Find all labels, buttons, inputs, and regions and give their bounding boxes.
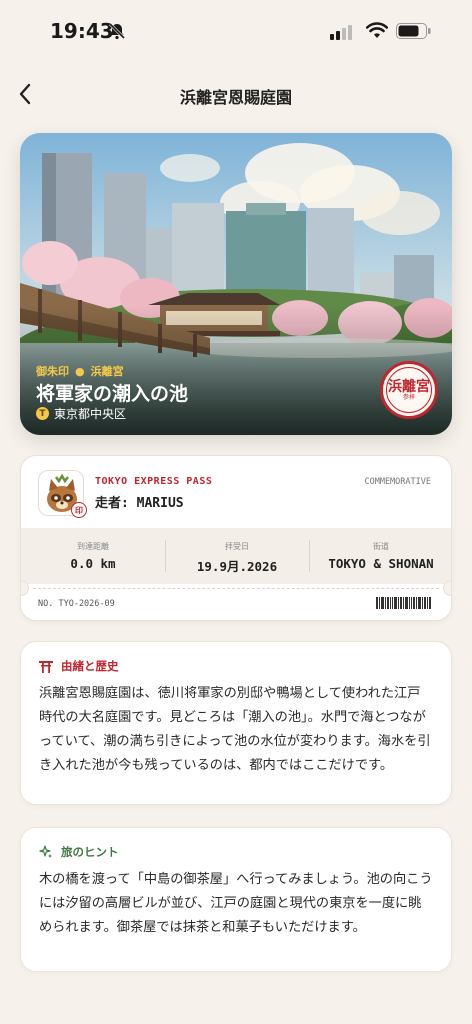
wifi-icon	[366, 22, 388, 38]
ticket-number: NO. TYO-2026-09	[38, 599, 115, 609]
hint-heading: 旅のヒント	[61, 845, 119, 859]
stat-date: 拝受日 19.9月.2026	[165, 528, 309, 584]
stat-distance: 到達距離 0.0 km	[21, 528, 165, 584]
history-heading: 由緒と歴史	[61, 659, 119, 673]
seal-badge: 印	[71, 502, 87, 518]
history-body: 浜離宮恩賜庭園は、徳川将軍家の別邸や鴨場として使われた江戸時代の大名庭園です。見…	[39, 686, 431, 773]
pass-ticket[interactable]: 印 TOKYO EXPRESS PASS COMMEMORATIVE 走者: M…	[20, 455, 452, 621]
pass-type: COMMEMORATIVE	[364, 477, 431, 487]
torii-icon	[39, 660, 53, 673]
status-bar: 19:43	[0, 0, 472, 62]
history-card: 由緒と歴史 浜離宮恩賜庭園は、徳川将軍家の別邸や鴨場として使われた江戸時代の大名…	[20, 641, 452, 805]
hero-tag-primary: 御朱印	[36, 365, 69, 378]
hero-card[interactable]: 御朱印 ● 浜離宮 将軍家の潮入の池 T 東京都中央区 浜離宮 参拝	[20, 133, 452, 435]
battery-icon	[396, 23, 431, 39]
pin-glyph: T	[39, 408, 46, 419]
hero-location-text: 東京都中央区	[54, 407, 127, 421]
ticket-notch-right	[443, 580, 451, 596]
goshuin-stamp[interactable]: 浜離宮 参拝	[380, 361, 438, 419]
page-title: 浜離宮恩賜庭園	[179, 88, 292, 107]
bell-slash-icon	[108, 22, 126, 40]
stat-label: 街道	[373, 542, 389, 551]
pass-name: TOKYO EXPRESS PASS	[95, 476, 213, 487]
sparkle-icon	[39, 845, 52, 858]
pass-stats: 到達距離 0.0 km 拝受日 19.9月.2026 街道 TOKYO & SH…	[21, 528, 451, 584]
hint-body: 木の橋を渡って「中島の御茶屋」へ行ってみましょう。池の向こうには汐留の高層ビルが…	[39, 872, 433, 935]
tag-separator-dot: ●	[75, 365, 85, 378]
stat-value: 19.9月.2026	[196, 559, 278, 574]
history-heading-row: 由緒と歴史	[39, 658, 119, 674]
hint-heading-row: 旅のヒント	[39, 844, 119, 860]
nav-bar: 浜離宮恩賜庭園	[0, 70, 472, 118]
hint-card: 旅のヒント 木の橋を渡って「中島の御茶屋」へ行ってみましょう。池の向こうには汐留…	[20, 827, 452, 972]
stat-value: TOKYO & SHONAN	[328, 556, 434, 571]
stat-label: 到達距離	[77, 542, 109, 551]
stat-label: 拝受日	[225, 542, 249, 551]
ticket-perforation	[33, 588, 439, 589]
location-pin-icon: T	[36, 407, 49, 420]
runner-name: 走者: MARIUS	[95, 496, 184, 511]
stat-value: 0.0 km	[70, 556, 116, 571]
signal-icon	[330, 25, 352, 40]
hero-tags: 御朱印 ● 浜離宮	[36, 363, 124, 379]
hero-title: 将軍家の潮入の池	[36, 383, 189, 405]
barcode	[376, 597, 431, 609]
status-time: 19:43	[50, 19, 114, 43]
stat-route: 街道 TOKYO & SHONAN	[309, 528, 451, 584]
hero-location: T 東京都中央区	[36, 405, 126, 422]
hero-tag-secondary: 浜離宮	[90, 365, 124, 378]
stamp-inner-ring	[386, 367, 432, 413]
